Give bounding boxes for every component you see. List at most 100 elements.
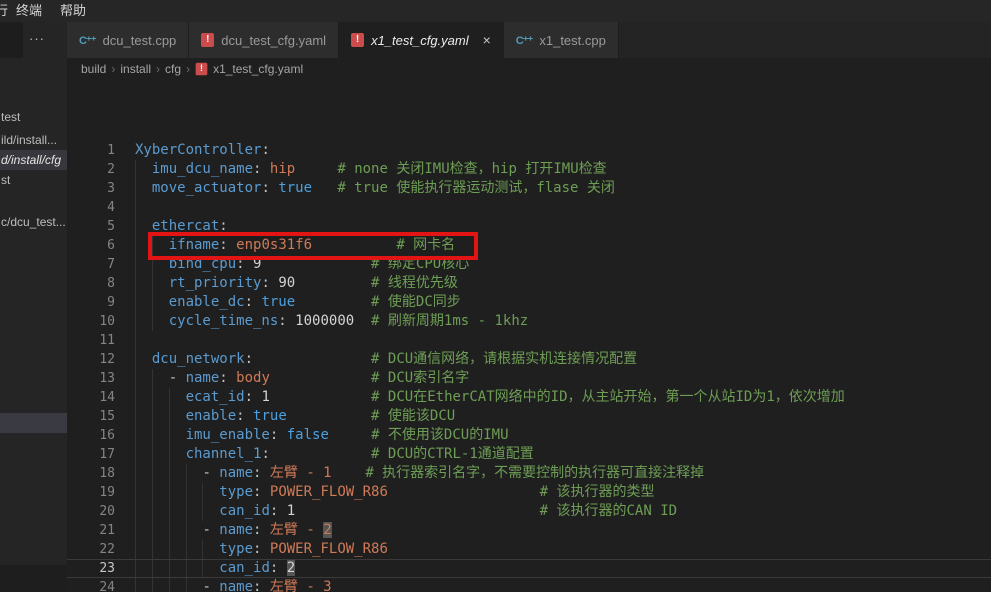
code-line[interactable]: 16 imu_enable: false # 不使用该DCU的IMU xyxy=(67,426,991,445)
line-number: 4 xyxy=(67,198,115,217)
yaml-file-icon: ! xyxy=(201,33,214,47)
sidebar-item[interactable]: c/dcu_test... xyxy=(0,212,67,232)
menu-item-1[interactable]: 终端 xyxy=(16,0,42,22)
code-token: POWER_FLOW_R86 xyxy=(270,484,388,500)
code-token: XyberController xyxy=(135,142,261,158)
code-line[interactable]: 18 - name: 左臂 - 1 # 执行器索引名字，不需要控制的执行器可直接… xyxy=(67,464,991,483)
close-icon[interactable]: × xyxy=(483,33,491,47)
code-line[interactable]: 22 type: POWER_FLOW_R86 xyxy=(67,540,991,559)
code-token: dcu_network xyxy=(152,351,245,367)
code-token: : xyxy=(236,408,244,424)
code-area[interactable]: 1XyberController:2 imu_dcu_name: hip # n… xyxy=(67,80,991,592)
code-token: : xyxy=(219,370,227,386)
code-line[interactable]: 4 xyxy=(67,198,991,217)
code-line-text: move_actuator: true # true 使能执行器运动测试，fla… xyxy=(135,179,615,198)
code-line-text: dcu_network: # DCU通信网络，请根据实机连接情况配置 xyxy=(135,350,637,369)
code-token: - xyxy=(202,579,219,592)
code-line[interactable]: 9 enable_dc: true # 使能DC同步 xyxy=(67,293,991,312)
code-line[interactable]: 1XyberController: xyxy=(67,141,991,160)
code-line[interactable]: 15 enable: true # 使能该DCU xyxy=(67,407,991,426)
code-token: : xyxy=(261,446,269,462)
code-token: body xyxy=(236,370,270,386)
code-line[interactable]: 24 - name: 左臂 - 3 xyxy=(67,578,991,592)
line-number: 14 xyxy=(67,388,115,407)
more-actions-icon[interactable]: ··· xyxy=(21,22,53,58)
code-token xyxy=(135,294,169,310)
code-token: enable xyxy=(186,408,237,424)
code-line[interactable]: 21 - name: 左臂 - 2 xyxy=(67,521,991,540)
code-line-text: - name: 左臂 - 1 # 执行器索引名字，不需要控制的执行器可直接注释掉 xyxy=(135,464,704,483)
sidebar-item[interactable]: ild/install... xyxy=(0,130,67,150)
chevron-right-icon: › xyxy=(111,62,115,76)
code-line[interactable]: 8 rt_priority: 90 # 线程优先级 xyxy=(67,274,991,293)
comment-token: # 线程优先级 xyxy=(371,275,458,291)
code-token xyxy=(270,446,371,462)
code-token: move_actuator xyxy=(152,180,262,196)
comment-token: # 不使用该DCU的IMU xyxy=(371,427,508,443)
tab-label: x1_test_cfg.yaml xyxy=(371,33,469,48)
code-token: : xyxy=(278,313,286,329)
code-line[interactable]: 13 - name: body # DCU索引名字 xyxy=(67,369,991,388)
code-token: - xyxy=(202,465,219,481)
code-token xyxy=(295,503,539,519)
code-line[interactable]: 23 can_id: 2 xyxy=(67,559,991,578)
code-token: : xyxy=(245,351,253,367)
code-line[interactable]: 3 move_actuator: true # true 使能执行器运动测试，f… xyxy=(67,179,991,198)
code-token xyxy=(135,579,202,592)
code-line[interactable]: 14 ecat_id: 1 # DCU在EtherCAT网络中的ID，从主站开始… xyxy=(67,388,991,407)
code-line[interactable]: 11 xyxy=(67,331,991,350)
chevron-right-icon: › xyxy=(186,62,190,76)
code-line-text: ecat_id: 1 # DCU在EtherCAT网络中的ID，从主站开始，第一… xyxy=(135,388,845,407)
code-token: 1 xyxy=(261,389,269,405)
sidebar-item[interactable]: st xyxy=(0,170,67,190)
breadcrumb-segment[interactable]: build xyxy=(81,62,106,76)
code-token: : xyxy=(245,294,253,310)
editor: C⁺⁺dcu_test.cpp!dcu_test_cfg.yaml! x1_tes… xyxy=(67,22,991,592)
code-line-text: can_id: 2 xyxy=(135,559,295,578)
code-token: ecat_id xyxy=(186,389,245,405)
code-line-text: - name: body # DCU索引名字 xyxy=(135,369,469,388)
code-token xyxy=(245,408,253,424)
code-token xyxy=(135,503,219,519)
code-token: 左臂 - xyxy=(270,522,323,538)
code-token xyxy=(135,427,186,443)
tab-dcu_test_cfg.yaml[interactable]: !dcu_test_cfg.yaml xyxy=(189,22,339,58)
line-number: 11 xyxy=(67,331,115,350)
tab-dcu_test.cpp[interactable]: C⁺⁺dcu_test.cpp xyxy=(67,22,189,58)
code-line[interactable]: 17 channel_1: # DCU的CTRL-1通道配置 xyxy=(67,445,991,464)
comment-token: # true 使能执行器运动测试，flase 关闭 xyxy=(337,180,615,196)
breadcrumb-file[interactable]: x1_test_cfg.yaml xyxy=(213,62,303,76)
code-token xyxy=(135,522,202,538)
code-line[interactable]: 10 cycle_time_ns: 1000000 # 刷新周期1ms - 1k… xyxy=(67,312,991,331)
code-token xyxy=(135,389,186,405)
breadcrumb-segment[interactable]: cfg xyxy=(165,62,181,76)
code-token: enable_dc xyxy=(169,294,245,310)
comment-token: # DCU索引名字 xyxy=(371,370,469,386)
code-token xyxy=(270,389,371,405)
code-token: channel_1 xyxy=(186,446,262,462)
sidebar: ··· test ild/install...d/install/cfgst c/d… xyxy=(0,22,67,592)
code-line[interactable]: 20 can_id: 1 # 该执行器的CAN ID xyxy=(67,502,991,521)
line-number: 23 xyxy=(67,559,115,578)
code-line[interactable]: 12 dcu_network: # DCU通信网络，请根据实机连接情况配置 xyxy=(67,350,991,369)
tab-x1_test.cpp[interactable]: C⁺⁺x1_test.cpp xyxy=(504,22,619,58)
tab-x1_test_cfg.yaml[interactable]: ! x1_test_cfg.yaml × xyxy=(339,22,504,58)
code-token: true xyxy=(253,408,287,424)
breadcrumb-segment[interactable]: install xyxy=(120,62,151,76)
code-line[interactable]: 2 imu_dcu_name: hip # none 关闭IMU检查，hip 打… xyxy=(67,160,991,179)
code-token xyxy=(287,313,295,329)
sidebar-selected-empty-row[interactable] xyxy=(0,413,67,433)
line-number: 20 xyxy=(67,502,115,521)
code-line-text: - name: 左臂 - 3 xyxy=(135,578,332,592)
code-token xyxy=(388,484,540,500)
code-line[interactable]: 19 type: POWER_FLOW_R86 # 该执行器的类型 xyxy=(67,483,991,502)
yaml-file-icon: ! xyxy=(351,33,364,47)
sidebar-item[interactable]: test xyxy=(0,107,67,127)
code-token: 90 xyxy=(278,275,295,291)
menu-item-2[interactable]: 帮助 xyxy=(60,0,86,22)
sidebar-item[interactable]: d/install/cfg xyxy=(0,150,67,170)
comment-token: # DCU通信网络，请根据实机连接情况配置 xyxy=(371,351,637,367)
code-token xyxy=(312,180,337,196)
breadcrumb: build›install›cfg›!x1_test_cfg.yaml xyxy=(67,58,991,80)
menu-item-0[interactable]: 行 xyxy=(0,0,8,22)
